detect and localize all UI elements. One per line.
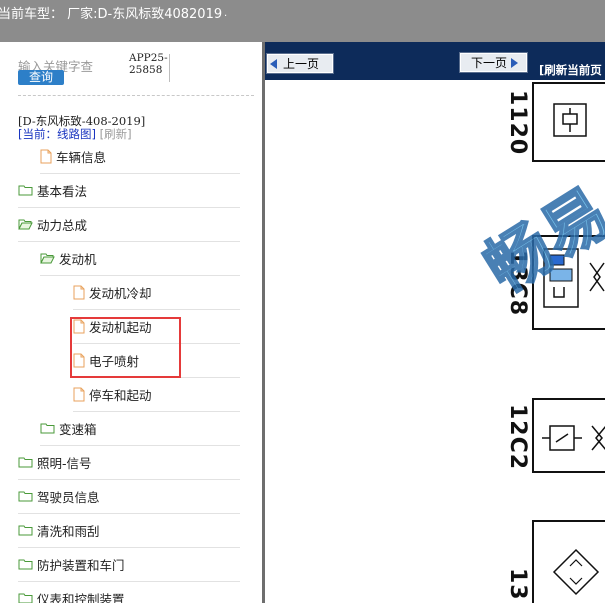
app-code: APP25-25858 (129, 52, 168, 76)
search-button[interactable]: 查询 (18, 70, 64, 85)
next-page-label: 下一页 (471, 56, 508, 70)
row-divider (18, 241, 240, 242)
diagram-panel: 上一页 下一页 [刷新当前页 1120 13C8 12C2 13 畅易 (265, 42, 605, 603)
arrow-right-icon (511, 57, 519, 68)
component-code: 13 (505, 568, 530, 601)
tree-item-label: 车辆信息 (56, 149, 107, 165)
tree-item-label: 变速箱 (59, 421, 97, 437)
tree-item-label: 仪表和控制装置 (37, 591, 125, 603)
tree-item-label: 发动机冷却 (89, 285, 152, 301)
component-code: 1120 (505, 90, 530, 156)
tree-item-driver-info[interactable]: 驾驶员信息 (18, 481, 100, 511)
row-divider (18, 479, 240, 480)
row-divider (73, 411, 240, 412)
current-view-label: [当前：线路图] (18, 127, 96, 141)
tree-item-vehicle-info[interactable]: 车辆信息 (40, 141, 106, 171)
component-box-13 (532, 520, 605, 603)
title-bar: 当前车型： 厂家:D-东风标致4082019 . (0, 0, 605, 42)
folder-icon (18, 558, 33, 570)
vehicle-model-title: 当前车型： 厂家:D-东风标致4082019 (0, 7, 223, 22)
row-divider (73, 309, 240, 310)
title-dot: . (224, 8, 228, 19)
document-icon (73, 285, 85, 300)
tree-item-label: 发动机 (59, 251, 97, 267)
folder-icon (18, 490, 33, 502)
prev-page-label: 上一页 (283, 57, 320, 71)
row-divider (18, 547, 240, 548)
tree-item-label: 驾驶员信息 (37, 489, 100, 505)
row-divider (40, 275, 240, 276)
tree-item-label: 动力总成 (37, 217, 88, 233)
folder-icon (18, 524, 33, 536)
row-divider (40, 173, 240, 174)
component-box-1120 (532, 82, 605, 162)
left-nav-panel: 输入关键字查 查询 APP25-25858 [D-东风标致-408-2019] … (0, 42, 262, 603)
row-divider (18, 513, 240, 514)
tree-item-instruments-controls[interactable]: 仪表和控制装置 (18, 583, 125, 603)
arrow-left-icon (270, 58, 277, 69)
relay-symbol-icon (553, 103, 587, 137)
folder-icon (18, 456, 33, 468)
next-page-button[interactable]: 下一页 (459, 52, 528, 73)
highlight-annotation-box (70, 317, 181, 378)
document-icon (40, 149, 52, 164)
component-code: 12C2 (505, 404, 530, 471)
header-separator (169, 54, 170, 82)
document-icon (73, 387, 85, 402)
tree-item-engine[interactable]: 发动机 (40, 243, 97, 273)
dashed-divider (18, 95, 254, 96)
row-divider (18, 207, 240, 208)
tree-item-label: 基本看法 (37, 183, 88, 199)
tree-item-basic-concepts[interactable]: 基本看法 (18, 175, 87, 205)
refresh-page-link[interactable]: [刷新当前页 (539, 62, 602, 78)
current-view-line: [当前：线路图] [刷新] (18, 126, 132, 142)
folder-open-icon (40, 252, 55, 264)
tree-item-gearbox[interactable]: 变速箱 (40, 413, 97, 443)
row-divider (18, 581, 240, 582)
refresh-link[interactable]: [刷新] (100, 127, 132, 141)
tree-item-label: 清洗和雨刮 (37, 523, 100, 539)
folder-open-icon (18, 218, 33, 230)
tree-item-protection-doors[interactable]: 防护装置和车门 (18, 549, 125, 579)
tree-item-label: 防护装置和车门 (37, 557, 125, 573)
folder-icon (18, 184, 33, 196)
tree-item-label: 停车和起动 (89, 387, 152, 403)
prev-page-button[interactable]: 上一页 (266, 53, 334, 74)
tree-item-stop-start[interactable]: 停车和起动 (73, 379, 152, 409)
folder-icon (18, 592, 33, 603)
sensor-symbol-icon (542, 425, 605, 451)
component-box-12c2 (532, 398, 605, 473)
bridge-symbol-icon (552, 548, 600, 596)
tree-item-powertrain[interactable]: 动力总成 (18, 209, 87, 239)
tree-item-lighting-signal[interactable]: 照明-信号 (18, 447, 92, 477)
tree-item-wash-wipe[interactable]: 清洗和雨刮 (18, 515, 100, 545)
diagram-nav-bar: 上一页 下一页 [刷新当前页 (265, 42, 605, 80)
row-divider (40, 445, 240, 446)
tree-item-engine-cooling[interactable]: 发动机冷却 (73, 277, 152, 307)
folder-icon (40, 422, 55, 434)
tree-item-label: 照明-信号 (37, 455, 92, 471)
